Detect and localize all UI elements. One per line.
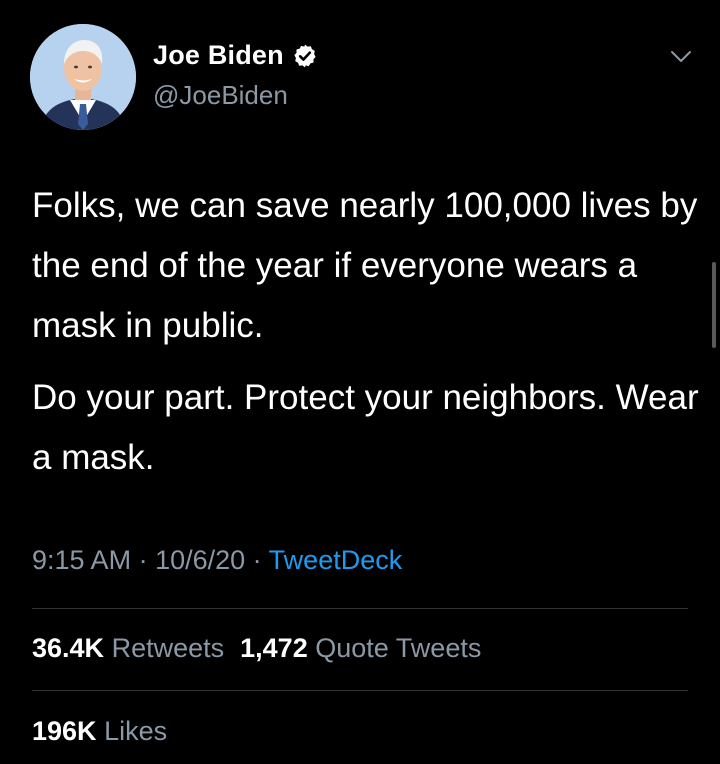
tweet-header: Joe Biden @JoeBiden <box>30 24 700 134</box>
name-row: Joe Biden <box>153 40 318 71</box>
chevron-down-icon[interactable] <box>670 50 692 64</box>
display-name[interactable]: Joe Biden <box>153 40 284 71</box>
tweet-text: Folks, we can save nearly 100,000 lives … <box>32 176 702 488</box>
quote-tweets-label: Quote Tweets <box>315 633 482 663</box>
retweets-label: Retweets <box>111 633 225 663</box>
tweet-paragraph: Folks, we can save nearly 100,000 lives … <box>32 186 698 345</box>
likes-label: Likes <box>104 716 168 746</box>
likes-stat[interactable]: 196K Likes <box>32 716 183 746</box>
meta-separator: · <box>131 545 156 575</box>
verified-badge-icon <box>292 43 318 69</box>
retweet-stats: 36.4K Retweets 1,472 Quote Tweets <box>32 633 497 664</box>
scrollbar[interactable] <box>712 262 716 348</box>
retweets-stat[interactable]: 36.4K Retweets <box>32 633 240 663</box>
tweet-meta: 9:15 AM · 10/6/20 · TweetDeck <box>32 545 402 576</box>
user-handle[interactable]: @JoeBiden <box>153 80 288 111</box>
like-stats: 196K Likes <box>32 716 183 747</box>
divider <box>32 690 688 691</box>
avatar[interactable] <box>30 24 136 130</box>
tweet-source-link[interactable]: TweetDeck <box>269 545 403 575</box>
likes-count: 196K <box>32 716 97 746</box>
divider <box>32 608 688 609</box>
quote-tweets-stat[interactable]: 1,472 Quote Tweets <box>240 633 497 663</box>
retweets-count: 36.4K <box>32 633 105 663</box>
tweet-date[interactable]: 10/6/20 <box>155 545 245 575</box>
meta-separator: · <box>245 545 269 575</box>
quote-tweets-count: 1,472 <box>240 633 308 663</box>
tweet-time[interactable]: 9:15 AM <box>32 545 131 575</box>
tweet-paragraph: Do your part. Protect your neighbors. We… <box>32 378 699 477</box>
